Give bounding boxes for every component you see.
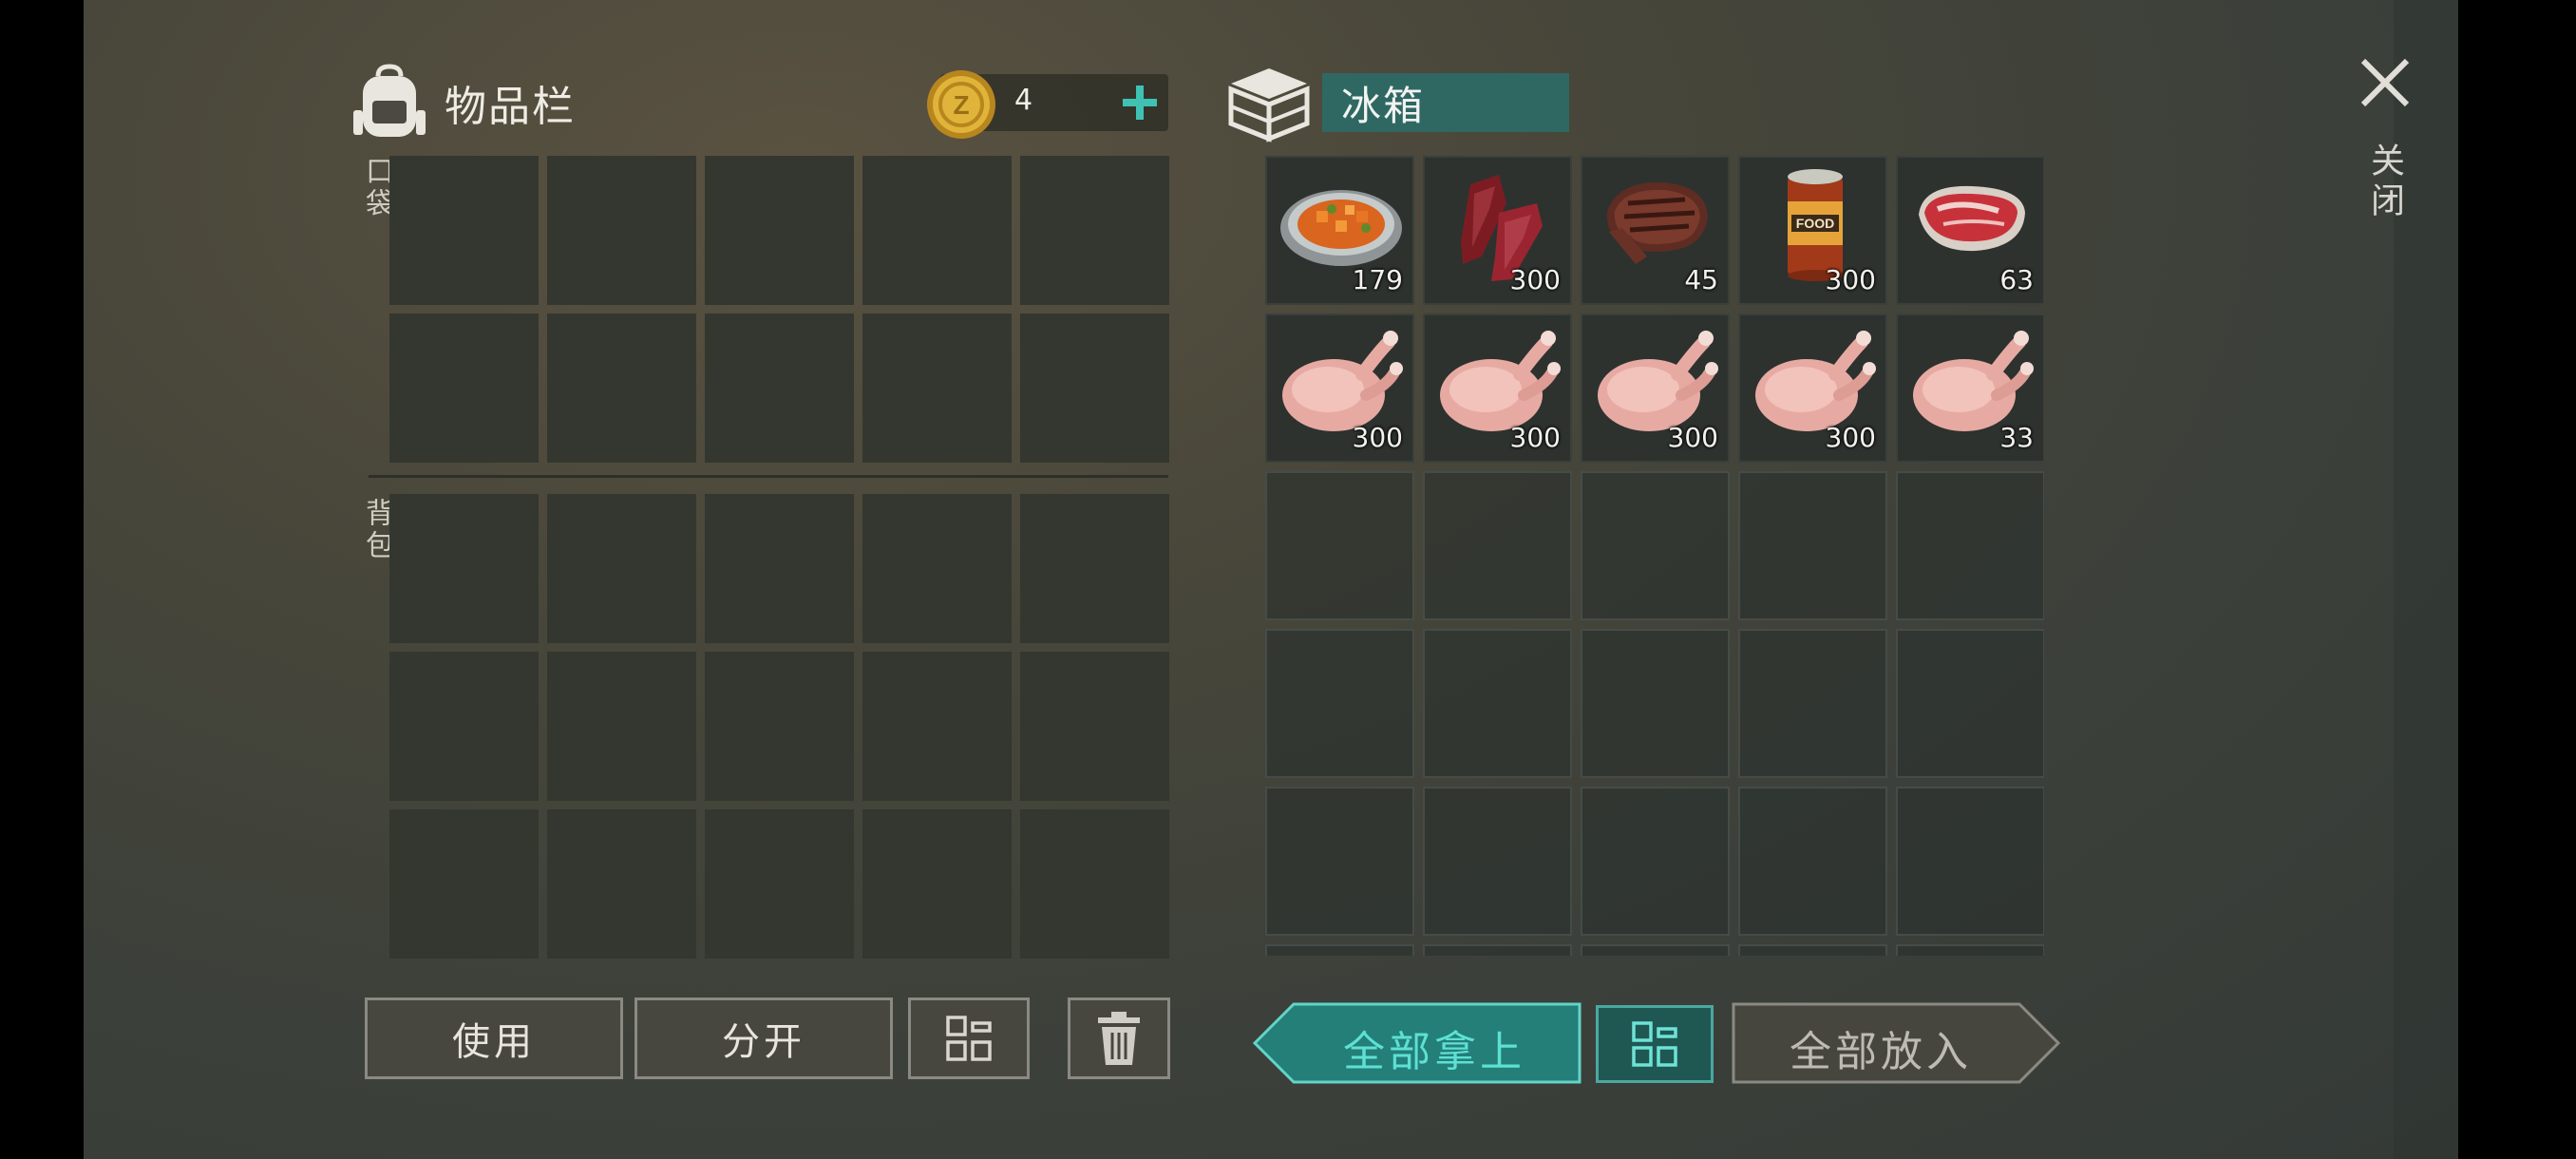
container-slot[interactable]: 300 — [1423, 314, 1572, 463]
close-label[interactable]: 关闭 — [2359, 142, 2409, 222]
split-button[interactable]: 分开 — [635, 998, 893, 1079]
container-slot[interactable] — [1265, 629, 1414, 778]
grid-sort-icon — [946, 1016, 992, 1061]
pocket-grid — [389, 156, 1169, 463]
sort-container-button[interactable] — [1596, 1005, 1714, 1083]
backpack-slot[interactable] — [705, 809, 854, 959]
container-slot[interactable] — [1738, 787, 1887, 936]
item-quantity: 45 — [1684, 264, 1718, 295]
backpack-slot[interactable] — [1020, 652, 1169, 801]
container-slot[interactable] — [1738, 944, 1887, 956]
container-slot[interactable]: 300 — [1423, 156, 1572, 305]
trash-icon — [1098, 1012, 1140, 1065]
pocket-slot[interactable] — [1020, 156, 1169, 305]
container-slot[interactable]: 300 — [1265, 314, 1414, 463]
carrot-stew-icon — [1280, 190, 1402, 266]
container-slot[interactable]: 300 — [1581, 314, 1730, 463]
item-quantity: 33 — [1999, 422, 2034, 453]
backpack-slot[interactable] — [705, 494, 854, 643]
item-quantity: 300 — [1825, 264, 1876, 295]
backpack-slot[interactable] — [547, 494, 696, 643]
pocket-slot[interactable] — [547, 156, 696, 305]
item-quantity: 300 — [1509, 422, 1561, 453]
coin-balance: Z 4 — [927, 70, 1168, 139]
container-slot[interactable] — [1896, 629, 2044, 778]
container-slot[interactable] — [1738, 471, 1887, 620]
container-slot[interactable] — [1581, 629, 1730, 778]
item-quantity: 300 — [1352, 422, 1403, 453]
backpack-slot[interactable] — [1020, 494, 1169, 643]
container-slot[interactable] — [1265, 787, 1414, 936]
section-divider — [369, 475, 1168, 478]
backpack-slot[interactable] — [1020, 809, 1169, 959]
container-slot[interactable] — [1896, 471, 2044, 620]
container-slot[interactable]: 45 — [1581, 156, 1730, 305]
container-slot[interactable] — [1738, 629, 1887, 778]
item-quantity: 63 — [1999, 264, 2034, 295]
container-slot[interactable] — [1423, 471, 1572, 620]
container-slot[interactable]: 300 — [1738, 314, 1887, 463]
can-label: FOOD — [1796, 216, 1834, 231]
container-slot[interactable]: 33 — [1896, 314, 2044, 463]
take-all-button[interactable]: 全部拿上 — [1252, 1001, 1582, 1085]
trash-button[interactable] — [1068, 998, 1170, 1079]
container-slot[interactable] — [1423, 629, 1572, 778]
container-slot[interactable] — [1581, 944, 1730, 956]
take-all-label: 全部拿上 — [1343, 1028, 1525, 1076]
close-icon[interactable] — [2358, 55, 2413, 110]
backpack-grid — [389, 494, 1169, 959]
item-quantity: 179 — [1352, 264, 1403, 295]
item-quantity: 300 — [1509, 264, 1561, 295]
container-slot[interactable] — [1581, 787, 1730, 936]
crate-icon — [1228, 68, 1310, 142]
pocket-slot[interactable] — [547, 314, 696, 463]
backpack-slot[interactable] — [547, 652, 696, 801]
pocket-slot[interactable] — [389, 156, 539, 305]
add-coins-button[interactable] — [1111, 74, 1168, 131]
pocket-slot[interactable] — [862, 314, 1012, 463]
item-quantity: 300 — [1667, 422, 1718, 453]
inventory-title: 物品栏 — [445, 83, 576, 131]
container-header: 冰箱 — [1227, 59, 1569, 146]
inventory-header: 物品栏 — [351, 59, 576, 146]
backpack-slot[interactable] — [547, 809, 696, 959]
container-slot[interactable] — [1265, 471, 1414, 620]
container-slot[interactable] — [1423, 787, 1572, 936]
container-grid: 179 300 45 FOOD 300 63 300 300 300 300 3… — [1265, 156, 2044, 956]
pocket-slot[interactable] — [389, 314, 539, 463]
container-slot[interactable]: FOOD 300 — [1738, 156, 1887, 305]
svg-text:Z: Z — [953, 90, 969, 120]
sort-inventory-button[interactable] — [908, 998, 1030, 1079]
pocket-slot[interactable] — [862, 156, 1012, 305]
backpack-slot[interactable] — [862, 652, 1012, 801]
backpack-slot[interactable] — [389, 652, 539, 801]
use-button[interactable]: 使用 — [365, 998, 623, 1079]
backpack-slot[interactable] — [389, 494, 539, 643]
container-slot[interactable] — [1581, 471, 1730, 620]
item-quantity: 300 — [1825, 422, 1876, 453]
grid-sort-icon — [1632, 1021, 1677, 1067]
backpack-icon — [353, 64, 426, 137]
put-all-label: 全部放入 — [1790, 1028, 1972, 1076]
steak-icon — [1606, 181, 1708, 264]
container-title: 冰箱 — [1322, 73, 1569, 132]
pocket-slot[interactable] — [1020, 314, 1169, 463]
container-slot[interactable]: 63 — [1896, 156, 2044, 305]
container-slot[interactable] — [1423, 944, 1572, 956]
container-grid-viewport[interactable]: 179 300 45 FOOD 300 63 300 300 300 300 3… — [1265, 156, 2044, 956]
coin-count: 4 — [1014, 84, 1033, 117]
put-all-button[interactable]: 全部放入 — [1731, 1001, 2061, 1085]
raw-meat-icon — [1919, 185, 2025, 252]
pocket-slot[interactable] — [705, 314, 854, 463]
backpack-slot[interactable] — [389, 809, 539, 959]
container-slot[interactable]: 179 — [1265, 156, 1414, 305]
coin-icon: Z — [927, 70, 995, 139]
backpack-slot[interactable] — [862, 809, 1012, 959]
container-slot[interactable] — [1265, 944, 1414, 956]
pocket-slot[interactable] — [705, 156, 854, 305]
container-slot[interactable] — [1896, 944, 2044, 956]
backpack-slot[interactable] — [705, 652, 854, 801]
backpack-slot[interactable] — [862, 494, 1012, 643]
container-slot[interactable] — [1896, 787, 2044, 936]
